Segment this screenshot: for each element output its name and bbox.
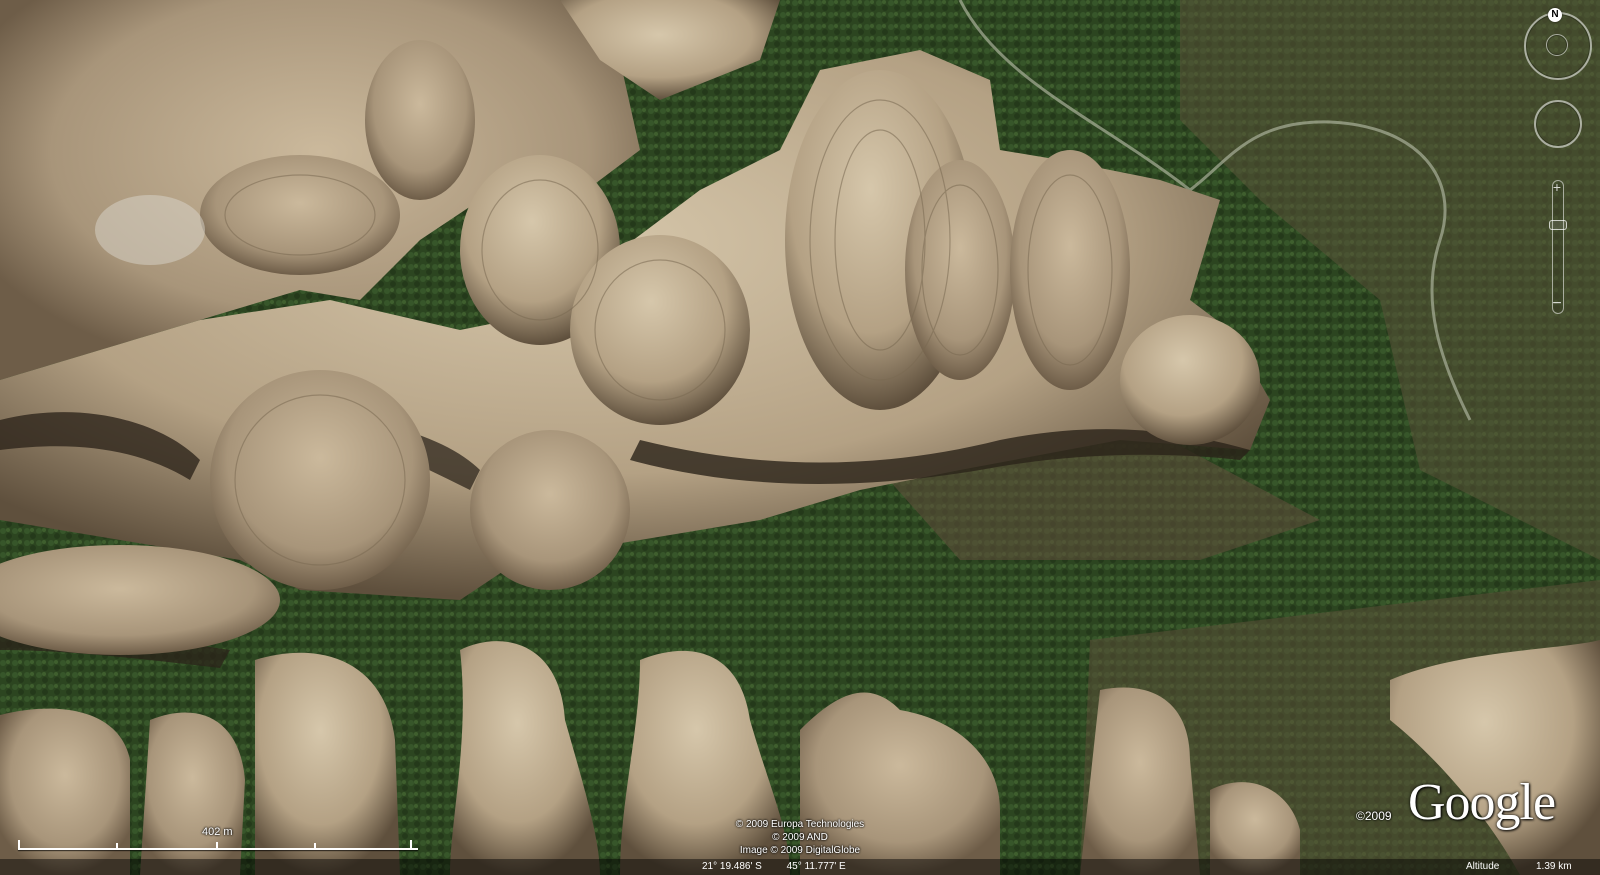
logo-copyright: ©2009 [1356, 809, 1392, 823]
satellite-map-view[interactable] [0, 0, 1600, 875]
longitude-readout: 45° 11.777' E [786, 861, 846, 872]
scale-tick [410, 840, 412, 848]
compass-center-icon[interactable] [1546, 34, 1568, 56]
scale-line [18, 848, 418, 850]
zoom-slider-thumb[interactable] [1549, 220, 1567, 230]
scale-label: 402 m [202, 826, 233, 838]
zoom-in-button[interactable]: + [1550, 180, 1564, 194]
attribution-line: © 2009 Europa Technologies [735, 819, 865, 830]
north-indicator[interactable]: N [1548, 8, 1562, 22]
navigation-controls: N + − [1518, 6, 1600, 326]
imagery-attribution: © 2009 Europa Technologies © 2009 AND Im… [690, 818, 910, 857]
scale-tick [314, 843, 316, 848]
attribution-line: © 2009 AND [772, 832, 828, 843]
scale-bar: 402 m [18, 826, 420, 856]
status-bar: 21° 19.486' S 45° 11.777' E Altitude 1.3… [0, 859, 1600, 875]
latitude-readout: 21° 19.486' S [702, 861, 762, 872]
attribution-line: Image © 2009 DigitalGlobe [739, 845, 861, 856]
satellite-imagery[interactable] [0, 0, 1600, 875]
pointer-coordinates: 21° 19.486' S 45° 11.777' E [702, 859, 868, 875]
scale-tick [18, 840, 20, 848]
altitude-label: Altitude [1466, 861, 1500, 872]
scale-tick [116, 843, 118, 848]
zoom-out-button[interactable]: − [1550, 296, 1564, 312]
logo-brand: Google [1408, 774, 1556, 831]
altitude-value: 1.39 km [1536, 861, 1572, 872]
zoom-slider[interactable] [1552, 180, 1564, 314]
look-joystick-icon[interactable] [1534, 100, 1582, 148]
scale-tick [216, 842, 218, 848]
